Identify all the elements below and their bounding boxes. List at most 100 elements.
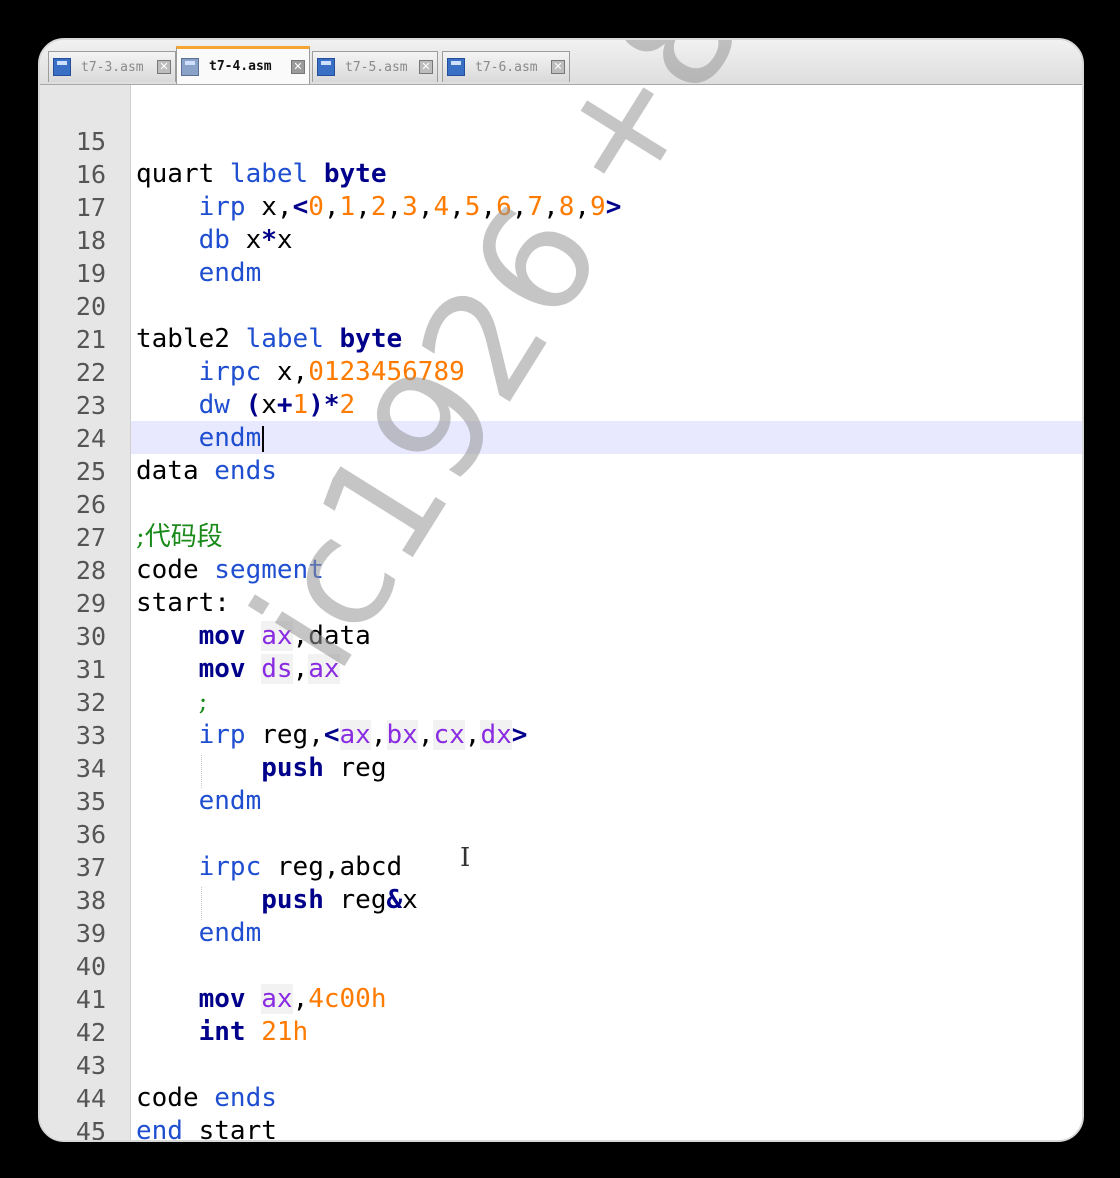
line-number: 42	[75, 1018, 106, 1047]
line-code: irp x,<0,1,2,3,4,5,6,7,8,9>	[198, 192, 622, 222]
line-number: 25	[75, 457, 106, 486]
line-code: endm	[198, 258, 262, 288]
line-code: mov ax,4c00h	[198, 984, 387, 1014]
line-code: push reg	[261, 753, 387, 783]
line-code: end start	[136, 1116, 277, 1142]
code-editor[interactable]: 15 16 quart label byte 17 irp x,<0,1,2,3,…	[40, 40, 1082, 1142]
tab-label: t7-4.asm	[209, 59, 272, 74]
file-save-icon	[317, 58, 335, 76]
close-icon[interactable]: ✕	[157, 60, 171, 74]
line-number: 40	[75, 952, 106, 981]
line-code: table2 label byte	[136, 324, 403, 354]
code-line: 27 ;代码段	[40, 521, 1082, 554]
editor-window: t7-3.asm ✕ t7-4.asm ✕ t7-5.asm ✕ t7-6.as…	[38, 38, 1084, 1142]
line-code: endm	[136, 422, 265, 455]
line-code: irp reg,<ax,bx,cx,dx>	[198, 720, 528, 750]
code-line: 42 int 21h	[40, 1016, 1082, 1049]
line-number: 28	[75, 556, 106, 585]
line-number: 31	[75, 655, 106, 684]
code-line: 29 start:	[40, 587, 1082, 620]
code-line: 44 code ends	[40, 1082, 1082, 1115]
code-line: 41 mov ax,4c00h	[40, 983, 1082, 1016]
line-number: 15	[75, 127, 106, 156]
line-number: 17	[75, 193, 106, 222]
code-line: 35 endm	[40, 785, 1082, 818]
code-line: 40	[40, 950, 1082, 983]
code-line: 22 irpc x,0123456789	[40, 356, 1082, 389]
line-code: quart label byte	[136, 159, 387, 189]
line-number: 26	[75, 490, 106, 519]
line-number: 43	[75, 1051, 106, 1080]
line-code: db x*x	[198, 225, 293, 255]
code-line: 26	[40, 488, 1082, 521]
line-number: 27	[75, 523, 106, 552]
line-number: 41	[75, 985, 106, 1014]
line-code: code segment	[136, 555, 324, 585]
code-line: 16 quart label byte	[40, 158, 1082, 191]
code-line: 28 code segment	[40, 554, 1082, 587]
line-number: 30	[75, 622, 106, 651]
code-line: 21 table2 label byte	[40, 323, 1082, 356]
line-number: 18	[75, 226, 106, 255]
line-number: 24	[75, 424, 106, 453]
line-code: ;代码段	[136, 522, 223, 552]
line-number: 32	[75, 688, 106, 717]
file-save-icon	[53, 58, 71, 76]
code-line: 19 endm	[40, 257, 1082, 290]
line-number: 19	[75, 259, 106, 288]
code-lines: 15 16 quart label byte 17 irp x,<0,1,2,3,…	[40, 125, 1082, 1142]
line-code: push reg&x	[261, 885, 418, 915]
line-code: irpc x,0123456789	[198, 357, 465, 387]
line-number: 29	[75, 589, 106, 618]
tab-bar: t7-3.asm ✕ t7-4.asm ✕ t7-5.asm ✕ t7-6.as…	[40, 40, 1082, 85]
line-code: mov ax,data	[198, 621, 371, 651]
close-icon[interactable]: ✕	[291, 59, 305, 74]
line-code: code ends	[136, 1083, 277, 1113]
mouse-ibeam-cursor-icon: I	[460, 843, 471, 873]
line-number: 20	[75, 292, 106, 321]
line-number: 21	[75, 325, 106, 354]
code-line: 37 irpc reg,abcd	[40, 851, 1082, 884]
line-number: 23	[75, 391, 106, 420]
tab-t7-5[interactable]: t7-5.asm ✕	[312, 51, 438, 82]
tab-t7-6[interactable]: t7-6.asm ✕	[442, 51, 570, 82]
code-line: 32 ;	[40, 686, 1082, 719]
line-code: endm	[198, 786, 262, 816]
line-code: dw (x+1)*2	[198, 390, 356, 420]
line-number: 34	[75, 754, 106, 783]
code-line: 33 irp reg,<ax,bx,cx,dx>	[40, 719, 1082, 752]
code-line: 18 db x*x	[40, 224, 1082, 257]
code-line: 15	[40, 125, 1082, 158]
line-code: mov ds,ax	[198, 654, 340, 684]
line-number: 35	[75, 787, 106, 816]
line-code: data ends	[136, 456, 277, 486]
code-line: 38 push reg&x	[40, 884, 1082, 917]
code-line: 23 dw (x+1)*2	[40, 389, 1082, 422]
tab-t7-3[interactable]: t7-3.asm ✕	[48, 51, 176, 82]
tab-label: t7-5.asm	[345, 59, 408, 75]
code-line: 43	[40, 1049, 1082, 1082]
line-number: 22	[75, 358, 106, 387]
line-code: int 21h	[198, 1017, 309, 1047]
line-code: ;	[198, 687, 208, 717]
line-code: endm	[198, 918, 262, 948]
code-line-current: 24 endm	[40, 422, 1082, 455]
line-code: irpc reg,abcd	[198, 852, 403, 882]
line-number: 36	[75, 820, 106, 849]
code-line: 20	[40, 290, 1082, 323]
code-line: 39 endm	[40, 917, 1082, 950]
line-code: start:	[136, 588, 230, 618]
close-icon[interactable]: ✕	[419, 60, 433, 74]
tab-label: t7-6.asm	[475, 59, 538, 75]
code-line: 30 mov ax,data	[40, 620, 1082, 653]
file-save-icon	[181, 57, 199, 76]
close-icon[interactable]: ✕	[551, 60, 565, 74]
code-line: 45 end start	[40, 1115, 1082, 1142]
tab-t7-4[interactable]: t7-4.asm ✕	[176, 46, 310, 84]
line-number: 44	[75, 1084, 106, 1113]
file-save-icon	[447, 58, 465, 76]
line-number: 16	[75, 160, 106, 189]
code-line: 31 mov ds,ax	[40, 653, 1082, 686]
code-line: 25 data ends	[40, 455, 1082, 488]
line-number: 39	[75, 919, 106, 948]
